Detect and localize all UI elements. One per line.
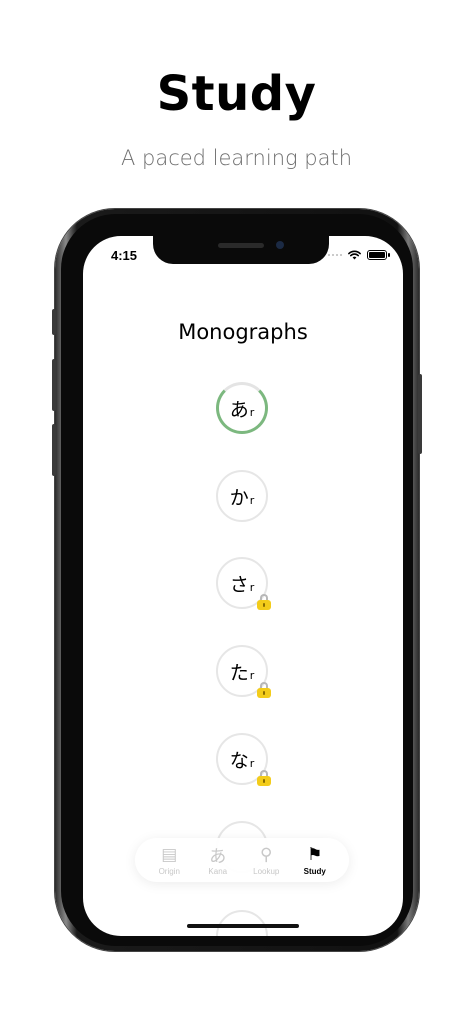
page-subheadline: A paced learning path: [120, 146, 353, 170]
lock-icon: [257, 770, 271, 786]
lesson-subscript: r: [249, 405, 255, 419]
status-time: 4:15: [111, 248, 138, 263]
lesson-kana: さ: [229, 573, 249, 596]
notch: [153, 236, 329, 264]
lesson-na-button[interactable]: なr: [216, 733, 271, 786]
battery-icon: [367, 250, 390, 260]
earpiece-speaker: [218, 243, 264, 248]
volume-down-button: [52, 424, 56, 476]
tab-label: Lookup: [253, 866, 280, 876]
search-icon: ⚲: [260, 844, 273, 864]
phone-frame: 4:15 Monographs あr かr さr た r な r ▤ Origi…: [52, 209, 422, 951]
tab-study[interactable]: ⚑ Study: [293, 845, 337, 876]
lesson-kana: あ: [229, 398, 249, 421]
lesson-ta-button[interactable]: たr: [216, 645, 271, 698]
phone-bezel: 4:15 Monographs あr かr さr た r な r ▤ Origi…: [61, 214, 413, 946]
lesson-ka-button[interactable]: かr: [216, 470, 268, 522]
tab-lookup[interactable]: ⚲ Lookup: [244, 845, 288, 876]
tab-label: Study: [303, 866, 326, 876]
wifi-icon: [348, 250, 361, 260]
lesson-kana: た: [229, 661, 249, 684]
front-camera: [276, 241, 284, 249]
kana-icon: あ: [209, 847, 227, 866]
flag-icon: ⚑: [307, 844, 323, 864]
page-headline: Study: [156, 66, 317, 122]
list-icon: ▤: [161, 844, 178, 864]
lesson-partially-hidden[interactable]: [216, 910, 268, 936]
section-title: Monographs: [178, 320, 308, 344]
power-button: [418, 374, 422, 454]
lesson-subscript: r: [249, 580, 255, 594]
lesson-subscript: r: [249, 668, 255, 682]
phone-screen: 4:15 Monographs あr かr さr た r な r ▤ Origi…: [83, 236, 403, 936]
tab-label: Origin: [158, 866, 180, 876]
lock-icon: [257, 594, 271, 610]
lesson-kana: か: [229, 486, 249, 509]
volume-up-button: [52, 359, 56, 411]
tab-kana[interactable]: あ Kana: [196, 845, 240, 876]
home-indicator[interactable]: [187, 924, 299, 928]
lock-icon: [257, 682, 271, 698]
tab-label: Kana: [208, 866, 228, 876]
lesson-subscript: r: [249, 493, 255, 507]
signal-icon: [328, 254, 342, 256]
tab-origin[interactable]: ▤ Origin: [147, 845, 191, 876]
status-icons: [328, 250, 390, 260]
lesson-sa-button[interactable]: さr: [216, 557, 271, 610]
lesson-kana: な: [229, 749, 249, 772]
lesson-subscript: r: [249, 756, 255, 770]
mute-switch: [52, 309, 56, 335]
lesson-a-button[interactable]: あr: [216, 382, 268, 434]
tab-bar: ▤ Origin あ Kana ⚲ Lookup ⚑ Study: [135, 838, 349, 882]
